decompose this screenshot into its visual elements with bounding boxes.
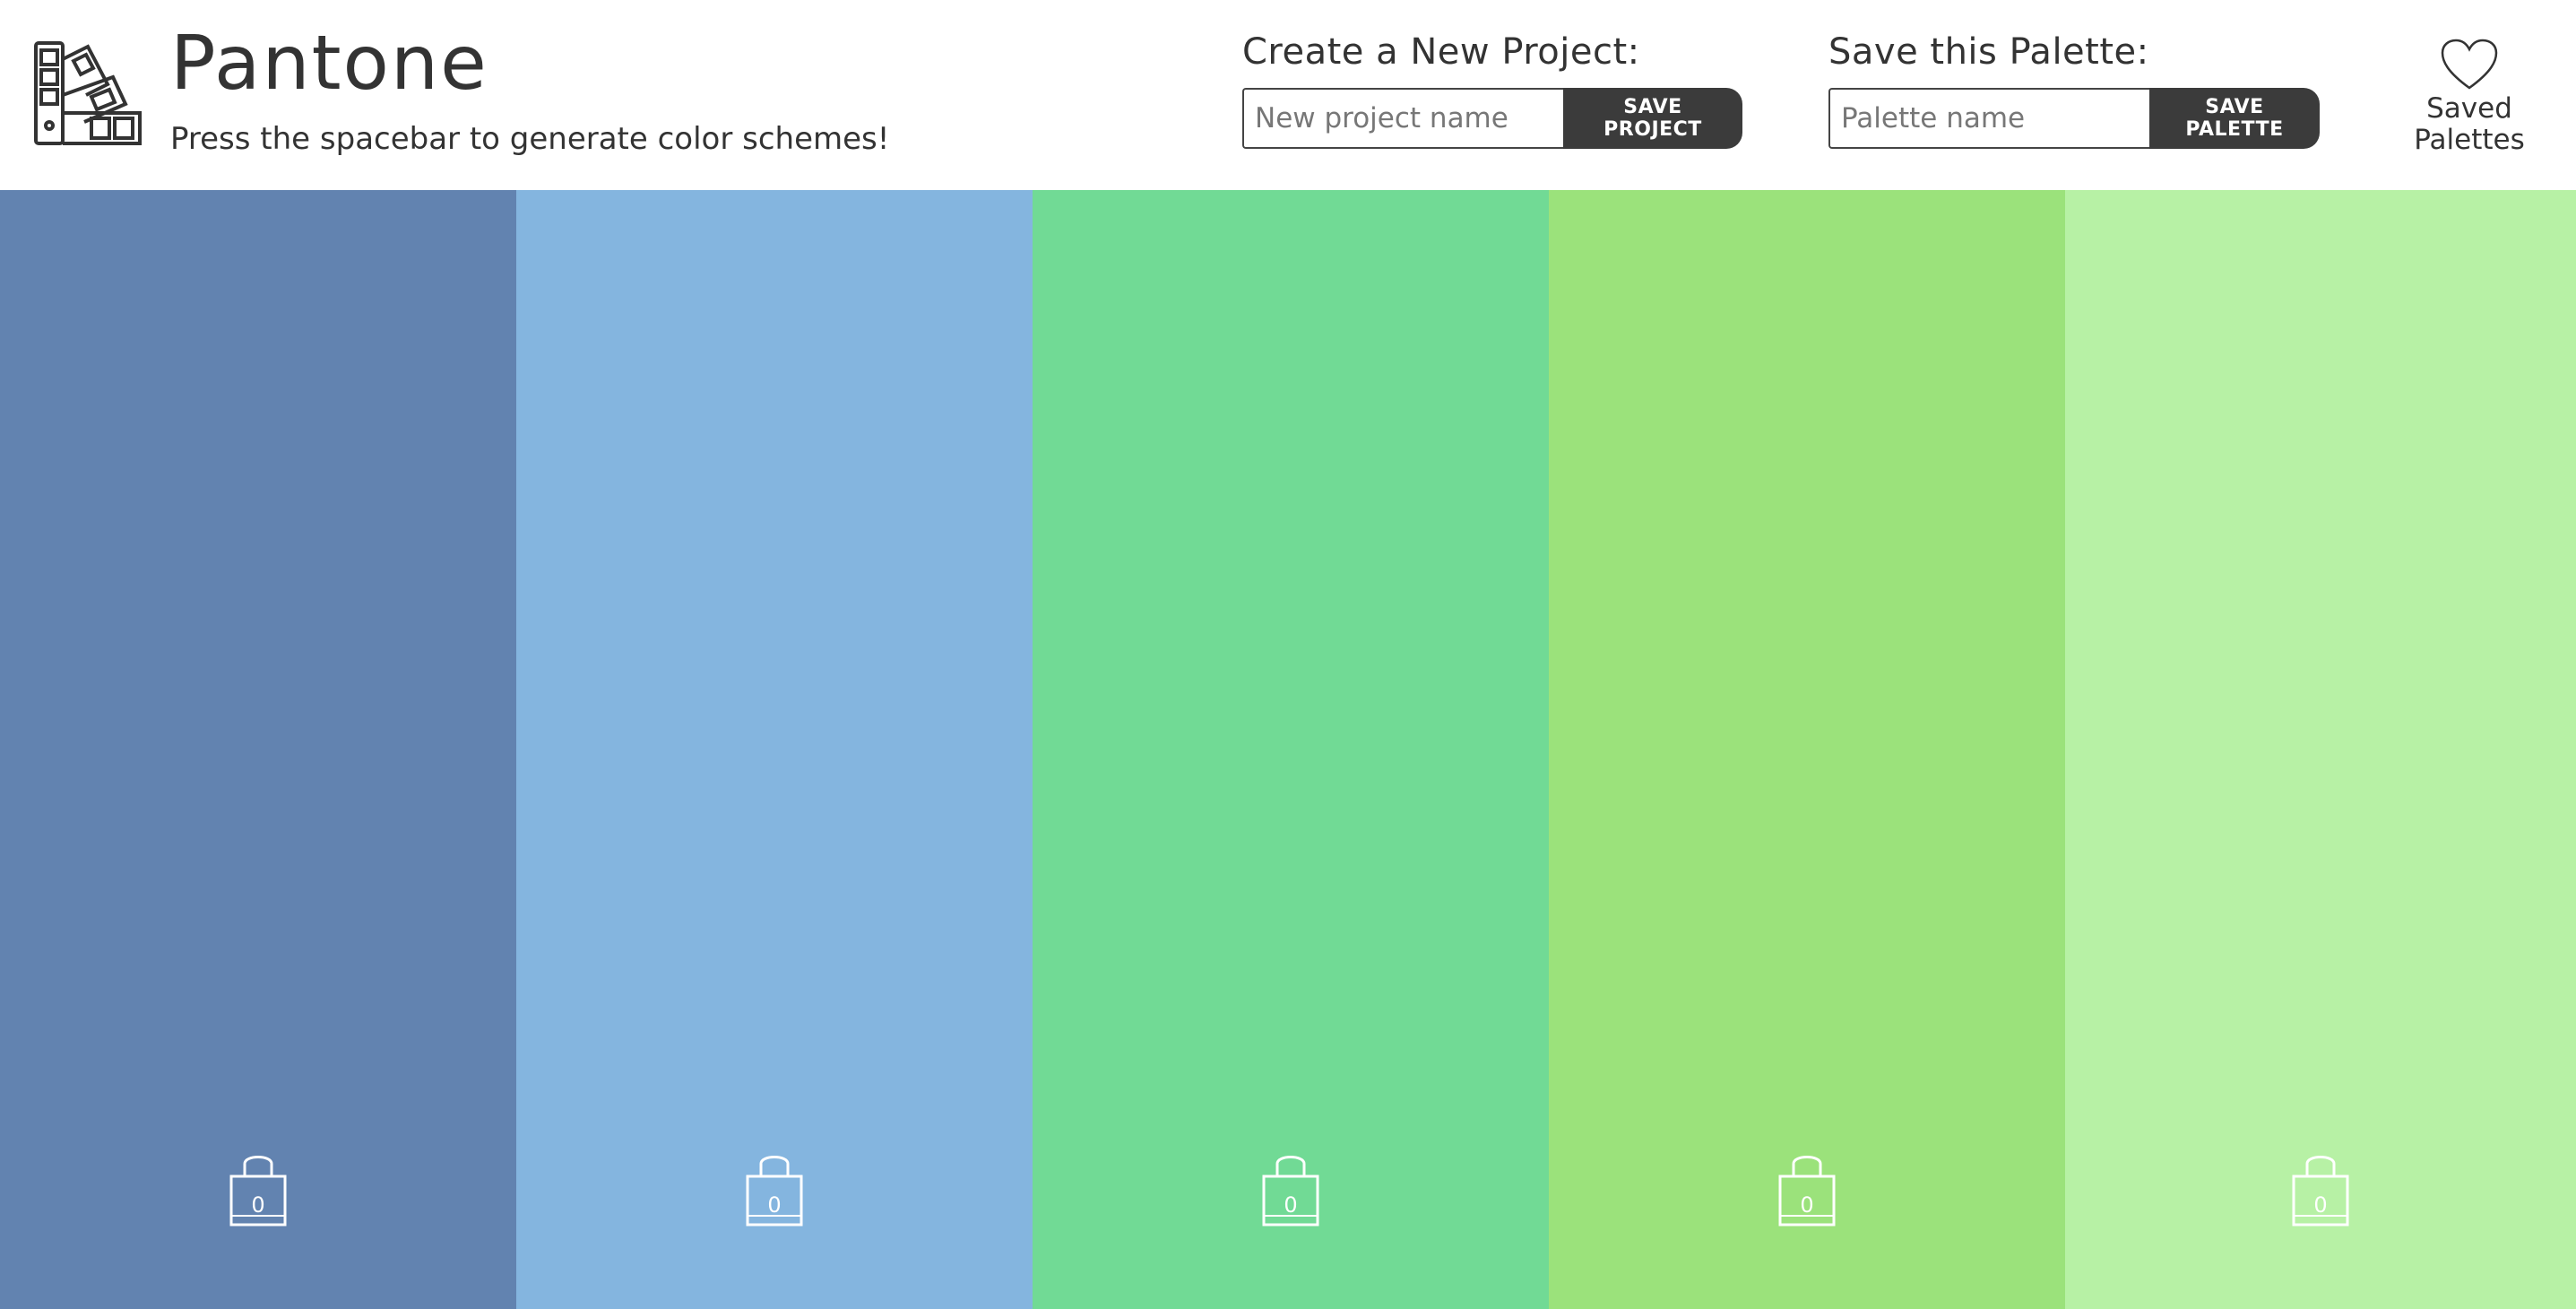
lock-toggle-1[interactable]: 0 bbox=[229, 1149, 288, 1228]
save-palette-form: Save this Palette: SAVE PALETTE bbox=[1828, 34, 2320, 149]
lock-toggle-4[interactable]: 0 bbox=[1777, 1149, 1837, 1228]
palette-name-input[interactable] bbox=[1828, 88, 2149, 149]
lock-count-2: 0 bbox=[767, 1192, 782, 1218]
save-project-button[interactable]: SAVE PROJECT bbox=[1563, 88, 1742, 149]
new-project-label: Create a New Project: bbox=[1242, 31, 1640, 73]
app-subtitle: Press the spacebar to generate color sch… bbox=[170, 121, 890, 157]
color-swatch-3[interactable]: 0 bbox=[1033, 190, 1549, 1309]
saved-palettes-link[interactable]: Saved Palettes bbox=[2402, 38, 2537, 154]
app-title: Pantone bbox=[170, 19, 488, 107]
lock-toggle-2[interactable]: 0 bbox=[745, 1149, 804, 1228]
color-swatch-2[interactable]: 0 bbox=[516, 190, 1033, 1309]
lock-count-3: 0 bbox=[1284, 1192, 1298, 1218]
new-project-name-input[interactable] bbox=[1242, 88, 1563, 149]
color-swatch-5[interactable]: 0 bbox=[2065, 190, 2576, 1309]
save-palette-row: SAVE PALETTE bbox=[1828, 88, 2320, 149]
color-swatch-fan-logo-icon bbox=[34, 41, 142, 145]
lock-toggle-5[interactable]: 0 bbox=[2291, 1149, 2350, 1228]
app-header: Pantone Press the spacebar to generate c… bbox=[0, 0, 2576, 190]
palette-area: 0 0 0 0 0 bbox=[0, 190, 2576, 1309]
lock-toggle-3[interactable]: 0 bbox=[1261, 1149, 1320, 1228]
new-project-form: Create a New Project: SAVE PROJECT bbox=[1242, 34, 1742, 149]
lock-count-1: 0 bbox=[251, 1192, 265, 1218]
saved-palettes-label-line2: Palettes bbox=[2414, 124, 2525, 156]
color-swatch-1[interactable]: 0 bbox=[0, 190, 516, 1309]
lock-count-5: 0 bbox=[2313, 1192, 2328, 1218]
color-swatch-4[interactable]: 0 bbox=[1549, 190, 2065, 1309]
heart-icon bbox=[2441, 39, 2498, 90]
new-project-row: SAVE PROJECT bbox=[1242, 88, 1742, 149]
saved-palettes-label-line1: Saved bbox=[2426, 92, 2512, 125]
save-palette-button[interactable]: SAVE PALETTE bbox=[2149, 88, 2320, 149]
lock-count-4: 0 bbox=[1800, 1192, 1814, 1218]
save-palette-label: Save this Palette: bbox=[1828, 31, 2149, 73]
